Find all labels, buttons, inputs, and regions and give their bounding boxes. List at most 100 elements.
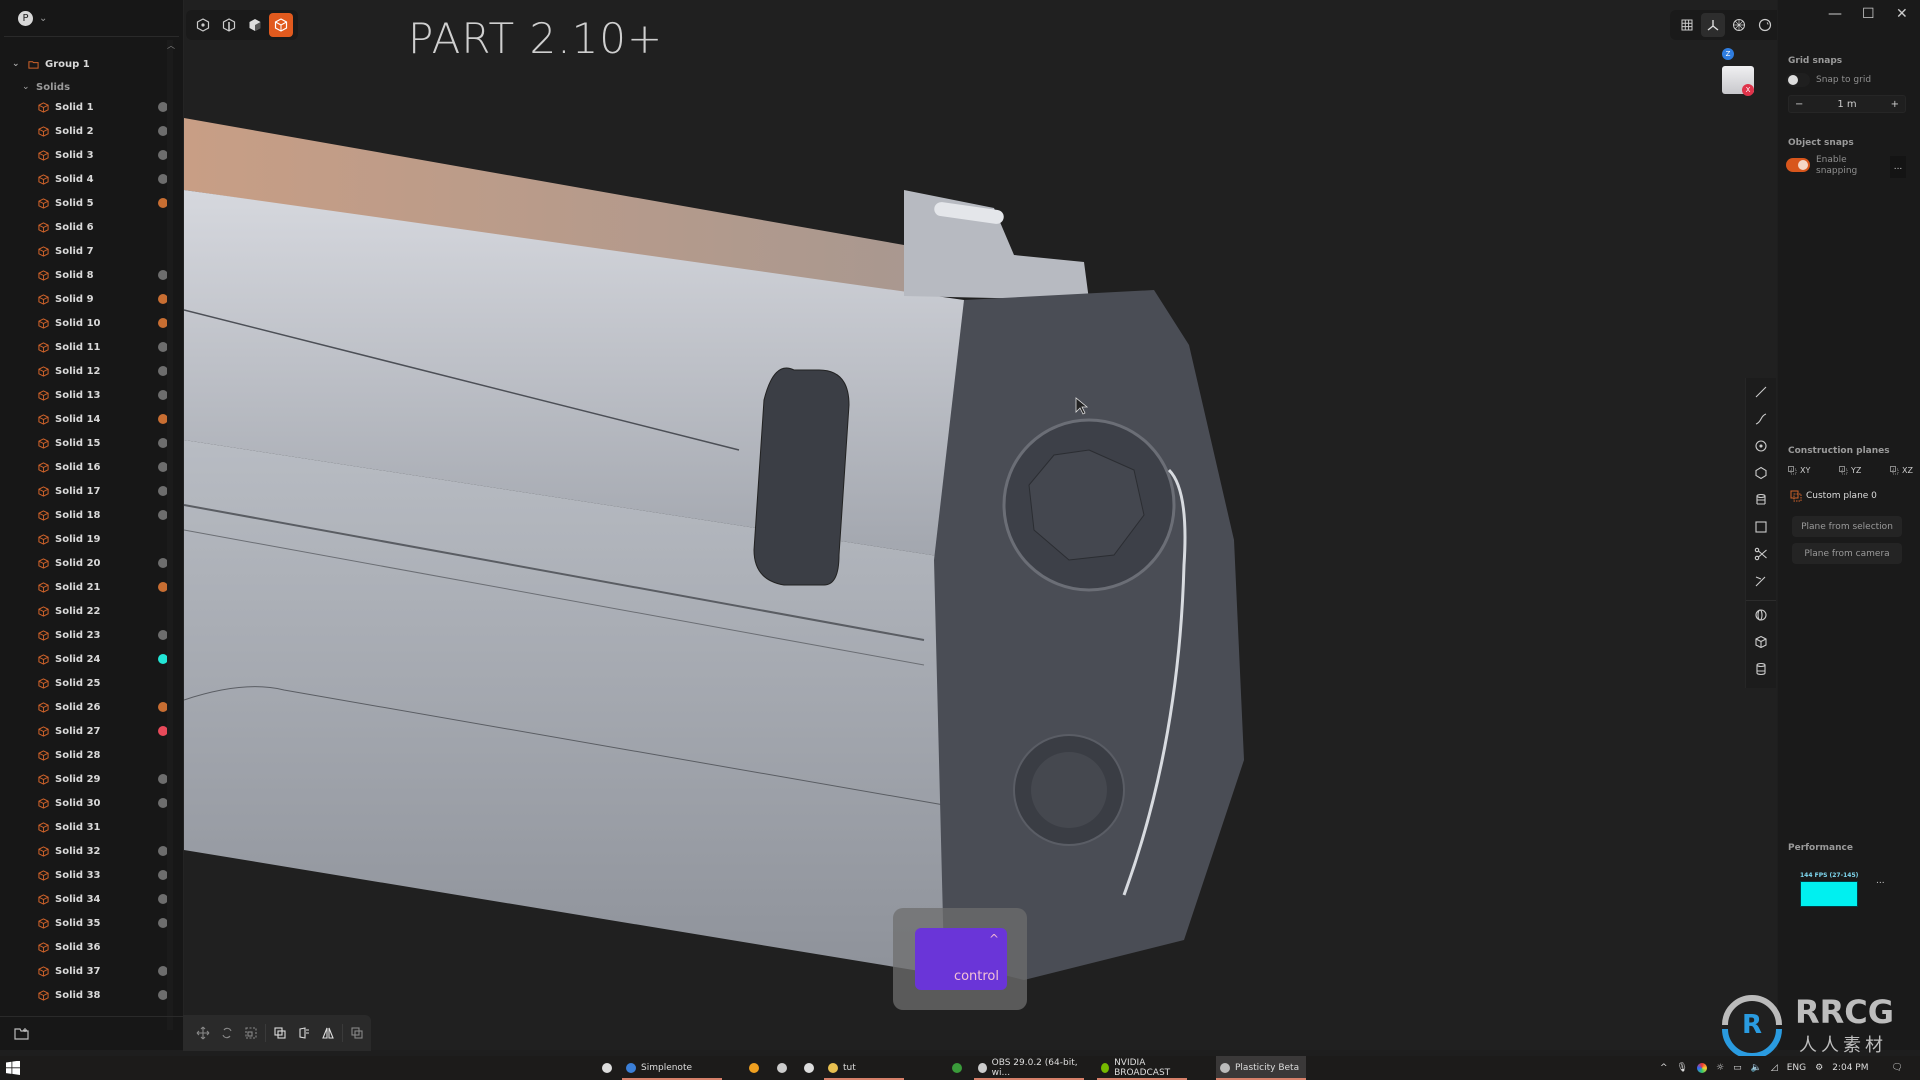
view-cube[interactable]: Z X	[1722, 48, 1772, 98]
mirror-button[interactable]	[316, 1021, 340, 1045]
line-tool-button[interactable]	[1746, 378, 1776, 405]
edge-select-button[interactable]	[217, 13, 241, 37]
taskbar-app[interactable]	[948, 1056, 966, 1080]
box-tool-button[interactable]	[1746, 628, 1776, 655]
model-render[interactable]	[184, 0, 1777, 1050]
chevron-down-icon[interactable]: ⌄	[39, 13, 47, 24]
taskbar-app[interactable]: tut	[824, 1056, 904, 1080]
solid-cube-icon	[38, 485, 49, 497]
fps-graph	[1800, 881, 1858, 907]
cylinder-stack-tool-button[interactable]	[1746, 486, 1776, 513]
color-app-icon[interactable]	[1696, 1063, 1707, 1073]
solid-label: Solid 17	[55, 485, 101, 497]
profile-menu[interactable]: P ⌄	[4, 0, 179, 37]
microphone-icon[interactable]: 🎙	[1677, 1063, 1688, 1073]
solid-label: Solid 13	[55, 389, 101, 401]
volume-icon[interactable]: 🔈	[1751, 1063, 1762, 1073]
taskbar-app[interactable]	[773, 1056, 791, 1080]
offset-button[interactable]	[292, 1021, 316, 1045]
rectangle-tool-button[interactable]	[1746, 513, 1776, 540]
solid-label: Solid 25	[55, 677, 101, 689]
notifications-icon[interactable]: 🗨	[1891, 1063, 1902, 1073]
snap-to-grid-toggle[interactable]	[1786, 73, 1810, 87]
solid-cube-icon	[38, 221, 49, 233]
grid-snaps-title: Grid snaps	[1788, 56, 1843, 66]
solid-cube-icon	[38, 293, 49, 305]
performance-title: Performance	[1788, 843, 1853, 853]
render-mode-button[interactable]	[1753, 13, 1777, 37]
taskbar-app[interactable]	[598, 1056, 616, 1080]
windows-start-icon[interactable]	[6, 1061, 20, 1075]
snap-to-grid-label: Snap to grid	[1816, 75, 1872, 85]
render-mode-icon	[1758, 18, 1772, 32]
taskbar-app[interactable]: Simplenote	[622, 1056, 722, 1080]
profile-avatar[interactable]: P	[18, 10, 33, 26]
warning-app-icon	[749, 1063, 759, 1073]
polygon-tool-button[interactable]	[1746, 459, 1776, 486]
tray-expand-icon[interactable]: ^	[1660, 1063, 1668, 1073]
maximize-button[interactable]: ☐	[1862, 6, 1875, 22]
new-folder-icon[interactable]	[14, 1027, 29, 1040]
curve-icon	[1755, 412, 1767, 425]
taskbar-app[interactable]: NVIDIA BROADCAST	[1097, 1056, 1187, 1080]
plane-xz[interactable]: XZ	[1890, 466, 1913, 475]
grid-step-stepper[interactable]: − 1 m +	[1788, 95, 1906, 113]
grid-step-value[interactable]: 1 m	[1837, 99, 1856, 110]
wireframe-toggle-button[interactable]	[1727, 13, 1751, 37]
chevron-down-icon[interactable]: ⌄	[22, 82, 32, 92]
axes-toggle-button[interactable]	[1701, 13, 1725, 37]
tree-group-1[interactable]: ⌄ Group 1	[12, 54, 187, 74]
brightness-icon[interactable]: ☼	[1716, 1063, 1724, 1073]
taskbar-app[interactable]	[800, 1056, 818, 1080]
taskbar-app[interactable]: OBS 29.0.2 (64-bit, wi...	[974, 1056, 1084, 1080]
caret-up-icon: ^	[988, 932, 999, 946]
plane-from-camera-button[interactable]: Plane from camera	[1792, 543, 1902, 564]
toolbar-divider	[342, 1024, 343, 1042]
battery-icon[interactable]: ▭	[1733, 1063, 1742, 1073]
performance-options-button[interactable]: ...	[1876, 876, 1885, 886]
face-select-button[interactable]	[243, 13, 267, 37]
plane-from-selection-button[interactable]: Plane from selection	[1792, 516, 1902, 537]
language-indicator[interactable]: ENG	[1787, 1063, 1806, 1073]
sphere-tool-button[interactable]	[1746, 600, 1776, 628]
boolean-button[interactable]	[268, 1021, 292, 1045]
curve-tool-button[interactable]	[1746, 405, 1776, 432]
minimize-button[interactable]: —	[1828, 6, 1842, 22]
plane-yz[interactable]: YZ	[1839, 466, 1861, 475]
circle-tool-button[interactable]	[1746, 432, 1776, 459]
chevron-down-icon[interactable]: ⌄	[12, 59, 22, 69]
properties-panel: — ☐ ✕ Grid snaps Snap to grid − 1 m + Ob…	[1778, 0, 1920, 1050]
taskbar-app[interactable]: Plasticity Beta	[1216, 1056, 1306, 1080]
custom-plane-label: Custom plane 0	[1806, 491, 1877, 501]
trim-tool-button[interactable]	[1746, 567, 1776, 594]
sidebar-scrollbar[interactable]: ︿	[167, 40, 175, 1030]
vertex-select-button[interactable]	[191, 13, 215, 37]
solid-label: Solid 14	[55, 413, 101, 425]
scissors-tool-button[interactable]	[1746, 540, 1776, 567]
nvidia-icon	[1101, 1063, 1110, 1073]
solid-label: Solid 35	[55, 917, 101, 929]
scale-button[interactable]	[239, 1021, 263, 1045]
clock[interactable]: 2:04 PM	[1832, 1063, 1868, 1073]
z-axis-handle[interactable]: Z	[1722, 48, 1734, 60]
3d-viewport[interactable]: PART 2.10+ Z X ^ control	[184, 0, 1777, 1050]
cylinder-tool-button[interactable]	[1746, 655, 1776, 682]
custom-plane-item[interactable]: Custom plane 0	[1790, 490, 1877, 502]
settings-gear-icon[interactable]: ⚙	[1815, 1063, 1823, 1073]
network-icon[interactable]: ◿	[1771, 1063, 1778, 1073]
snap-options-button[interactable]: ...	[1890, 156, 1906, 178]
taskbar-app[interactable]	[745, 1056, 763, 1080]
sphere-icon	[1755, 608, 1767, 621]
duplicate-button[interactable]	[345, 1021, 369, 1045]
decrement-button[interactable]: −	[1795, 99, 1803, 110]
grid-toggle-button[interactable]	[1675, 13, 1699, 37]
rotate-button[interactable]	[215, 1021, 239, 1045]
solid-select-button[interactable]	[269, 13, 293, 37]
x-axis-handle[interactable]: X	[1742, 84, 1754, 96]
plane-xy[interactable]: XY	[1788, 466, 1810, 475]
increment-button[interactable]: +	[1891, 99, 1899, 110]
move-button[interactable]	[191, 1021, 215, 1045]
enable-snapping-toggle[interactable]	[1786, 158, 1810, 172]
close-button[interactable]: ✕	[1896, 6, 1908, 22]
scroll-up-icon[interactable]: ︿	[167, 40, 175, 51]
